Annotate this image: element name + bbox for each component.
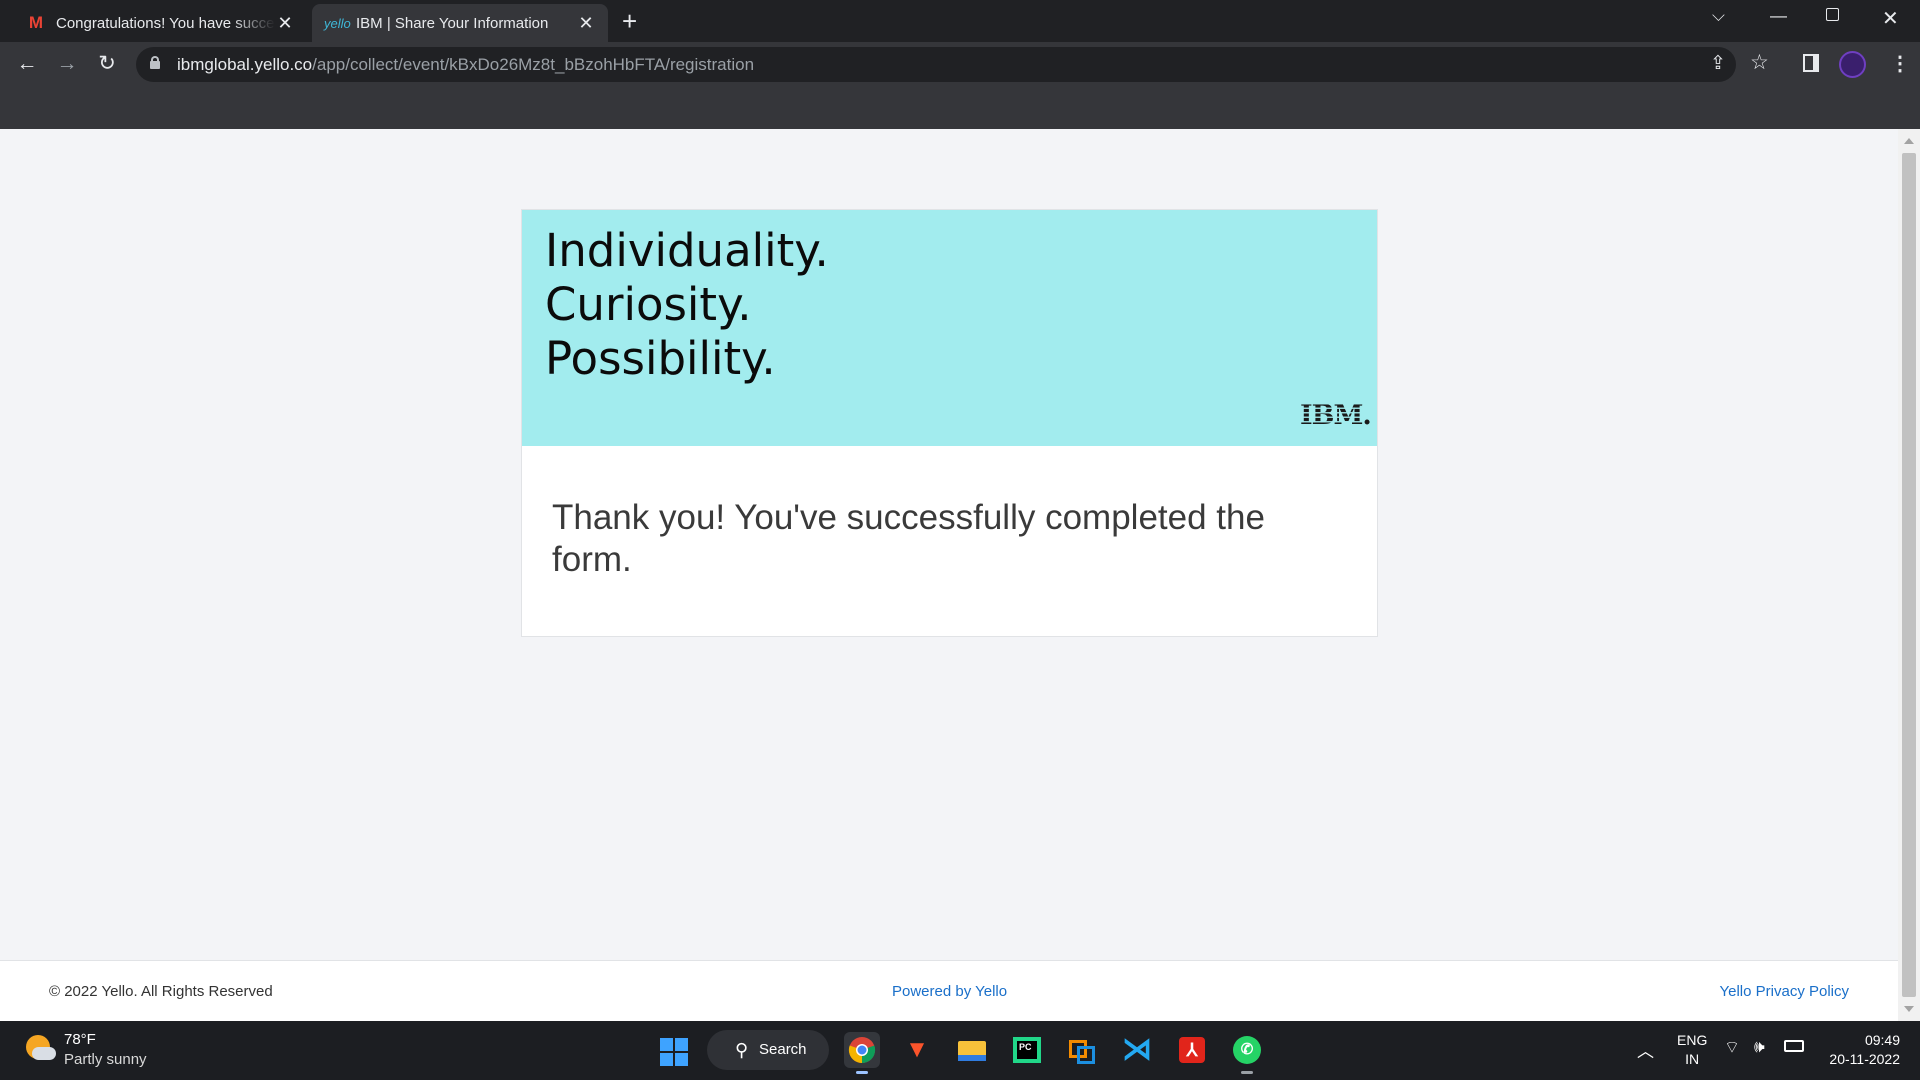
reload-icon[interactable]: ↻	[93, 50, 121, 78]
tab-ibm[interactable]: yello IBM | Share Your Information ✕	[312, 4, 608, 42]
weather-desc[interactable]: Partly sunny	[64, 1051, 147, 1068]
bookmark-star-icon[interactable]: ☆	[1750, 50, 1769, 75]
windows-start-icon[interactable]	[660, 1038, 688, 1066]
pycharm-icon[interactable]: PC	[1009, 1032, 1045, 1068]
chrome-icon[interactable]	[844, 1032, 880, 1074]
whatsapp-icon[interactable]: ✆	[1229, 1032, 1265, 1074]
privacy-policy-link[interactable]: Yello Privacy Policy	[1720, 983, 1850, 1000]
share-icon[interactable]: ⇪	[1710, 52, 1726, 75]
windows-taskbar: 78°F Partly sunny ⚲ Search ▼ PC ⋊ ⅄ ✆ ︿ …	[0, 1021, 1920, 1080]
system-clock[interactable]: 09:49 20-11-2022	[1829, 1031, 1900, 1069]
language-indicator[interactable]: ENG IN	[1677, 1031, 1707, 1069]
hero-banner: Individuality. Curiosity. Possibility. I…	[522, 210, 1377, 446]
weather-icon[interactable]	[26, 1035, 56, 1063]
forward-icon[interactable]: →	[53, 50, 81, 78]
ibm-logo-stripes	[1298, 400, 1362, 426]
scrollbar-thumb[interactable]	[1902, 153, 1916, 997]
address-bar[interactable]: ibmglobal.yello.co/app/collect/event/kBx…	[136, 47, 1769, 82]
taskbar-search-label: Search	[759, 1041, 807, 1058]
close-tab-icon[interactable]: ✕	[275, 13, 295, 34]
file-explorer-icon[interactable]	[954, 1032, 990, 1068]
close-window-icon[interactable]: ✕	[1882, 6, 1899, 31]
powered-by-link[interactable]: Powered by Yello	[892, 983, 1007, 1000]
acrobat-icon[interactable]: ⅄	[1174, 1032, 1210, 1068]
clock-date: 20-11-2022	[1829, 1051, 1900, 1067]
tray-overflow-chevron-icon[interactable]: ︿	[1637, 1037, 1654, 1062]
page-content: Individuality. Curiosity. Possibility. I…	[0, 129, 1898, 1021]
lock-icon[interactable]	[150, 56, 160, 69]
yello-icon: yello	[324, 15, 351, 31]
vmware-icon[interactable]	[1064, 1032, 1100, 1068]
clock-time: 09:49	[1864, 1032, 1900, 1048]
minimize-icon[interactable]: —	[1770, 6, 1787, 26]
tab-strip: M Congratulations! You have succe ✕ yell…	[0, 0, 1920, 42]
confirmation-message: Thank you! You've successfully completed…	[552, 498, 1265, 579]
page-scrollbar[interactable]	[1898, 129, 1920, 1021]
taskbar-search[interactable]: ⚲ Search	[707, 1030, 829, 1070]
brave-icon[interactable]: ▼	[899, 1032, 935, 1068]
search-icon: ⚲	[735, 1040, 749, 1060]
hero-line: Individuality.	[545, 224, 829, 277]
scroll-up-icon[interactable]	[1904, 138, 1914, 144]
scroll-down-icon[interactable]	[1904, 1006, 1914, 1012]
avatar[interactable]	[1839, 51, 1866, 78]
page-footer: © 2022 Yello. All Rights Reserved Powere…	[0, 960, 1898, 1021]
menu-kebab-icon[interactable]: ⋮	[1890, 51, 1910, 76]
hero-line: Curiosity.	[545, 278, 752, 331]
browser-toolbar: ← → ↻ ibmglobal.yello.co/app/collect/eve…	[0, 42, 1920, 87]
vscode-icon[interactable]: ⋊	[1119, 1032, 1155, 1068]
close-tab-icon[interactable]: ✕	[576, 13, 596, 34]
wifi-icon[interactable]: ⌔	[1724, 1037, 1740, 1058]
tab-gmail[interactable]: M Congratulations! You have succe ✕	[14, 4, 307, 42]
url-text[interactable]: ibmglobal.yello.co/app/collect/event/kBx…	[177, 55, 754, 75]
tab-title: IBM | Share Your Information	[356, 14, 549, 32]
bookmark-bar	[0, 87, 1920, 129]
side-panel-icon[interactable]	[1803, 54, 1819, 72]
tab-title: Congratulations! You have succe	[56, 14, 275, 32]
hero-tagline: Individuality. Curiosity. Possibility.	[545, 224, 829, 386]
gmail-icon: M	[28, 13, 44, 32]
hero-line: Possibility.	[545, 332, 776, 385]
volume-icon[interactable]: 🕪	[1754, 1037, 1765, 1057]
new-tab-icon[interactable]: +	[622, 6, 637, 36]
copyright-text: © 2022 Yello. All Rights Reserved	[49, 983, 273, 1000]
battery-icon[interactable]	[1784, 1040, 1804, 1052]
tab-search-chevron-icon[interactable]: ⌵	[1712, 6, 1725, 26]
restore-icon[interactable]	[1826, 8, 1839, 21]
confirmation-card: Individuality. Curiosity. Possibility. I…	[521, 209, 1378, 637]
weather-temp[interactable]: 78°F	[64, 1031, 96, 1048]
back-icon[interactable]: ←	[13, 50, 41, 78]
